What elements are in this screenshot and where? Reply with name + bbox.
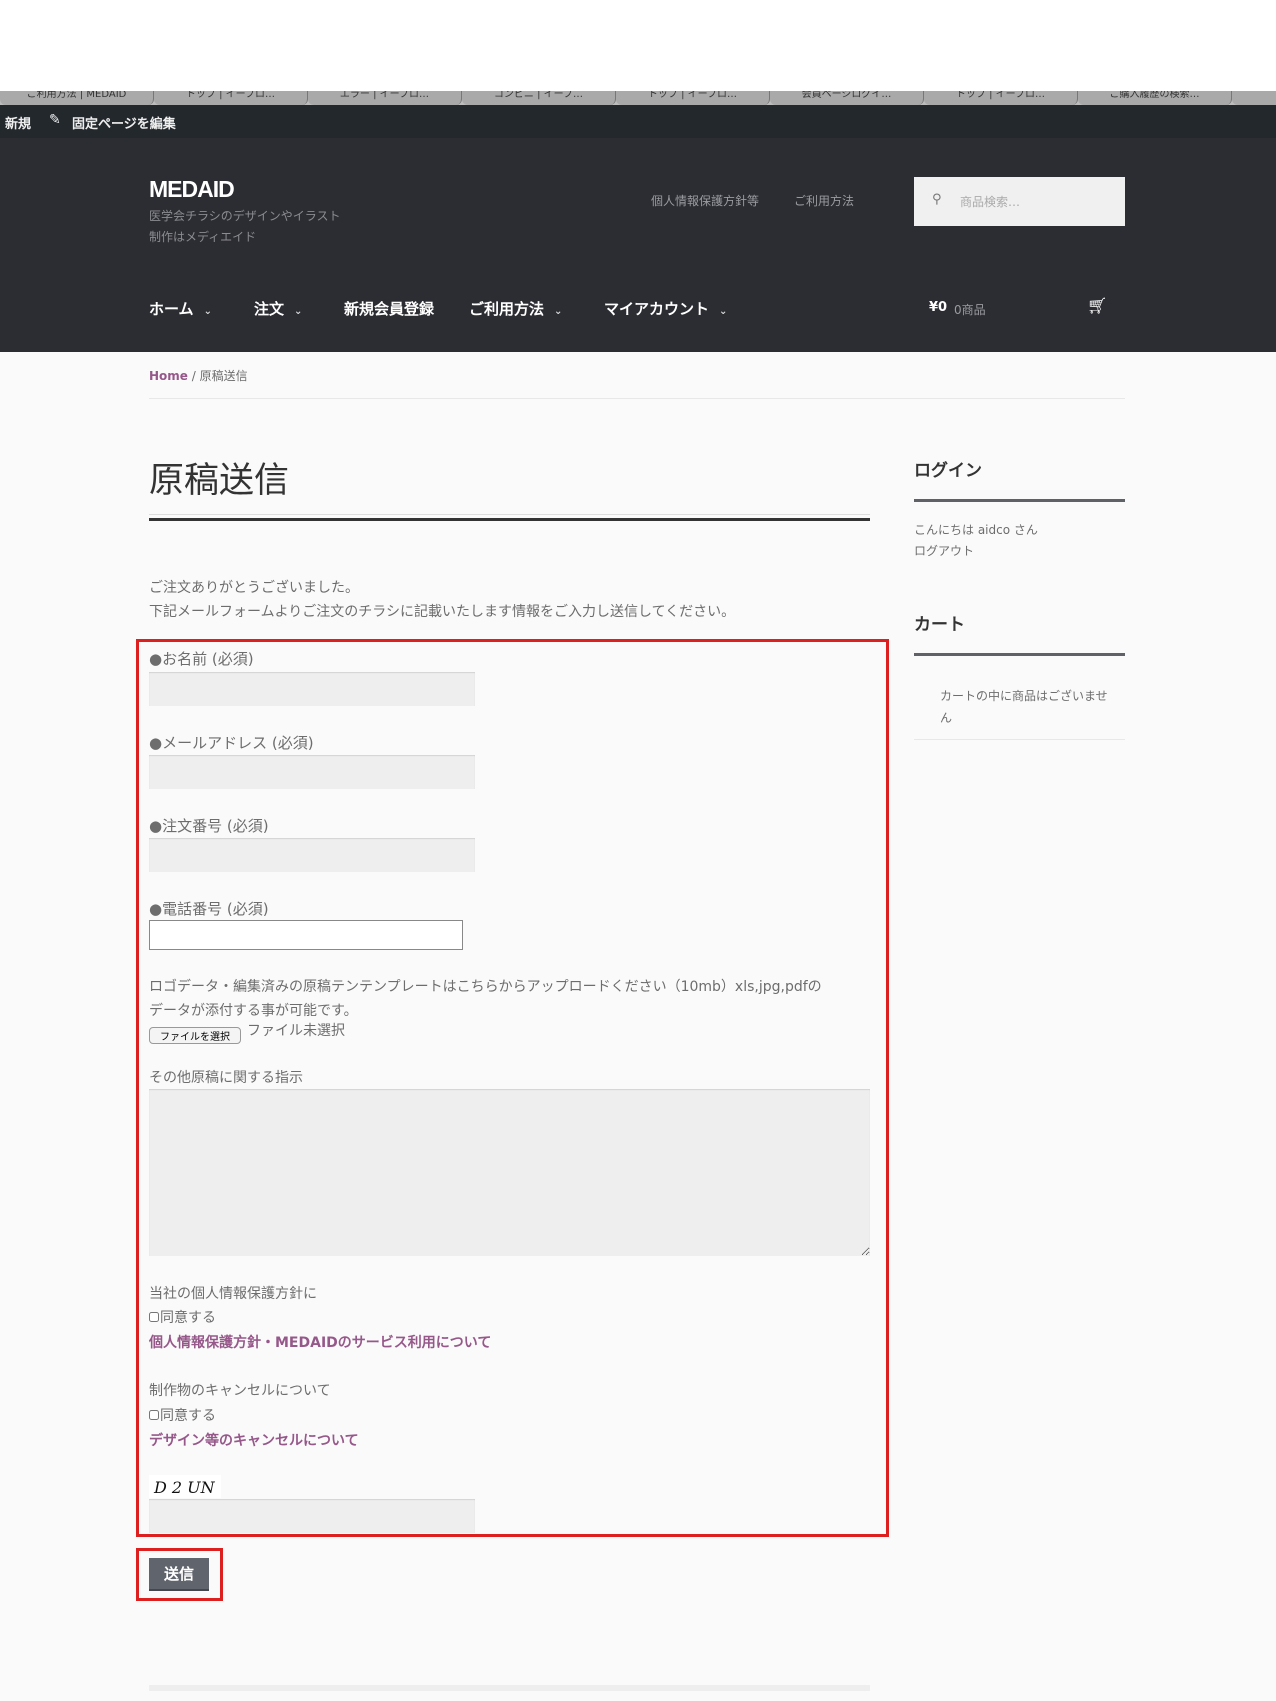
submit-button[interactable]: 送信 [149,1558,209,1591]
cancel-label: 制作物のキャンセルについて [149,1383,331,1399]
upload-instructions-2: データが添付する事が可能です。 [149,1003,358,1019]
site-header: MEDAID 医学会チラシのデザインやイラスト 制作はメディエイド 個人情報保護… [0,138,1276,352]
nav-label: マイアカウント [604,300,710,318]
pencil-icon: ✎ [49,112,61,128]
nav-privacy[interactable]: 個人情報保護方針等 [651,192,759,209]
cart-count[interactable]: 0商品 [954,301,986,318]
admin-new[interactable]: 新規 [5,113,31,132]
site-tagline: 医学会チラシのデザインやイラスト [149,209,341,223]
cart-widget-title: カート [914,615,965,635]
chevron-down-icon: ⌄ [294,306,303,317]
search-placeholder: 商品検索… [960,195,1021,209]
cart-amount[interactable]: ¥0 [929,300,947,315]
cart-empty-message-2: ん [940,711,953,725]
privacy-checkbox[interactable] [149,1312,159,1322]
browser-tab[interactable]: 会員ページログイ… [770,91,924,105]
cancel-checkbox[interactable] [149,1410,159,1420]
title-underline [149,518,870,521]
site-title[interactable]: MEDAID [149,176,235,203]
browser-tab[interactable]: ご購入履歴の検索… [1078,91,1232,105]
browser-tab[interactable]: トップ | イープロ… [154,91,308,105]
file-select-button[interactable]: ファイルを選択 [149,1027,241,1044]
browser-tab-strip: ご利用方法 | MEDAID トップ | イープロ… エラー | イープロ… コ… [0,91,1276,105]
cancel-policy-link[interactable]: デザイン等のキャンセルについて [149,1430,359,1450]
breadcrumb: Home / 原稿送信 [149,367,248,384]
nav-register[interactable]: 新規会員登録 [344,298,434,319]
logout-link[interactable]: ログアウト [914,542,974,559]
name-label: ●お名前 (必須) [149,650,254,668]
nav-order[interactable]: 注文 ⌄ [254,298,302,319]
page-title: 原稿送信 [149,461,290,501]
cart-icon[interactable]: 🛒︎ [1087,296,1107,315]
privacy-agree[interactable]: 同意する [149,1307,216,1327]
chevron-down-icon: ⌄ [203,306,212,317]
nav-usage-menu[interactable]: ご利用方法 ⌄ [469,298,562,319]
browser-tab[interactable]: ご利用方法 | MEDAID [0,91,154,105]
browser-tab[interactable]: コンビニ | イープ… [462,91,616,105]
nav-usage[interactable]: ご利用方法 [794,192,854,209]
widget-underline [914,653,1125,656]
nav-label: ホーム [149,300,194,318]
breadcrumb-current: 原稿送信 [199,369,248,383]
order-number-input[interactable] [149,838,475,872]
file-status: ファイル未選択 [247,1023,345,1039]
chevron-down-icon: ⌄ [554,306,563,317]
search-input[interactable]: ⚲ 商品検索… [914,177,1125,226]
privacy-agree-label: 同意する [160,1310,216,1326]
email-label: ●メールアドレス (必須) [149,734,314,752]
greeting: こんにちは aidco さん [914,523,1038,537]
phone-label: ●電話番号 (必須) [149,900,269,918]
privacy-policy-link[interactable]: 個人情報保護方針・MEDAIDのサービス利用について [149,1332,491,1352]
chevron-down-icon: ⌄ [719,306,728,317]
phone-input[interactable] [149,920,463,950]
breadcrumb-separator: / [187,369,200,383]
captcha-input[interactable] [149,1499,475,1533]
admin-edit-page[interactable]: 固定ページを編集 [72,113,176,132]
nav-home[interactable]: ホーム ⌄ [149,298,212,319]
site-tagline-2: 制作はメディエイド [149,230,257,244]
admin-bar: 新規 ✎ 固定ページを編集 [0,105,1276,138]
breadcrumb-home[interactable]: Home [149,369,188,383]
email-input[interactable] [149,755,475,789]
cancel-agree[interactable]: 同意する [149,1405,216,1425]
cart-empty-message: カートの中に商品はございませ [940,689,1108,703]
order-number-label: ●注文番号 (必須) [149,817,269,835]
login-widget-title: ログイン [914,461,982,481]
browser-tab[interactable]: トップ | イープロ… [616,91,770,105]
browser-tab[interactable]: SI [1232,91,1276,105]
privacy-label: 当社の個人情報保護方針に [149,1286,317,1302]
notes-textarea[interactable] [149,1089,870,1256]
divider [149,514,870,515]
intro-text: ご注文ありがとうございました。 [149,580,359,596]
widget-underline [914,499,1125,502]
notes-label: その他原稿に関する指示 [149,1070,303,1086]
browser-tab[interactable]: エラー | イープロ… [308,91,462,105]
divider [149,398,1125,399]
nav-my-account[interactable]: マイアカウント ⌄ [604,298,727,319]
divider [914,739,1125,740]
nav-label: 注文 [254,300,285,318]
search-icon: ⚲ [932,192,942,207]
intro-text-2: 下記メールフォームよりご注文のチラシに記載いたします情報をご入力し送信してくださ… [149,604,736,620]
footer-divider [149,1685,870,1691]
name-input[interactable] [149,672,475,706]
cancel-agree-label: 同意する [160,1408,216,1424]
captcha-image: D 2 UN [149,1475,221,1498]
nav-label: ご利用方法 [469,300,545,318]
blank-area [0,0,1276,91]
upload-instructions: ロゴデータ・編集済みの原稿テンテンプレートはこちらからアップロードください（10… [149,979,822,995]
browser-tab[interactable]: トップ | イープロ… [924,91,1078,105]
